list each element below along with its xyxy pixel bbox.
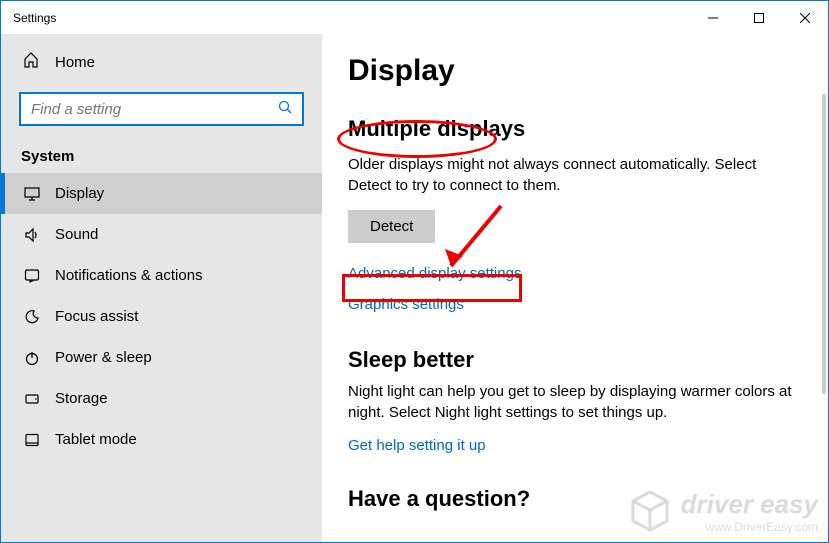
sidebar-item-sound[interactable]: Sound xyxy=(1,214,322,255)
sidebar-item-focus-assist[interactable]: Focus assist xyxy=(1,296,322,337)
sidebar-item-tablet-mode[interactable]: Tablet mode xyxy=(1,419,322,460)
main-content: Display Multiple displays Older displays… xyxy=(322,34,828,542)
sidebar-item-notifications[interactable]: Notifications & actions xyxy=(1,255,322,296)
focus-assist-icon xyxy=(23,309,41,325)
sidebar-item-display[interactable]: Display xyxy=(1,173,322,214)
home-icon xyxy=(23,52,41,72)
have-question-heading: Have a question? xyxy=(348,486,802,512)
sleep-better-desc: Night light can help you get to sleep by… xyxy=(348,381,802,423)
nav-label: Focus assist xyxy=(55,308,138,325)
graphics-settings-link[interactable]: Graphics settings xyxy=(348,296,464,313)
detect-button[interactable]: Detect xyxy=(348,210,435,243)
scrollbar[interactable] xyxy=(822,94,826,394)
sound-icon xyxy=(23,227,41,243)
advanced-display-settings-link[interactable]: Advanced display settings xyxy=(348,265,521,282)
maximize-button[interactable] xyxy=(736,1,782,34)
multiple-displays-desc: Older displays might not always connect … xyxy=(348,154,802,196)
multiple-displays-heading: Multiple displays xyxy=(348,116,802,142)
storage-icon xyxy=(23,391,41,407)
home-nav[interactable]: Home xyxy=(1,42,322,82)
sleep-help-link[interactable]: Get help setting it up xyxy=(348,437,486,454)
power-icon xyxy=(23,350,41,366)
display-icon xyxy=(23,186,41,202)
minimize-button[interactable] xyxy=(690,1,736,34)
nav-label: Tablet mode xyxy=(55,431,137,448)
sidebar-item-power-sleep[interactable]: Power & sleep xyxy=(1,337,322,378)
sleep-better-heading: Sleep better xyxy=(348,347,802,373)
sidebar: Home System Display Sound Notifications … xyxy=(1,34,322,542)
page-title: Display xyxy=(348,54,802,88)
tablet-icon xyxy=(23,432,41,448)
home-label: Home xyxy=(55,54,95,71)
sidebar-item-storage[interactable]: Storage xyxy=(1,378,322,419)
nav-label: Power & sleep xyxy=(55,349,152,366)
nav-label: Sound xyxy=(55,226,98,243)
nav-label: Storage xyxy=(55,390,108,407)
nav-label: Notifications & actions xyxy=(55,267,203,284)
section-label: System xyxy=(1,140,322,173)
close-button[interactable] xyxy=(782,1,828,34)
window-title: Settings xyxy=(1,11,690,25)
search-input[interactable] xyxy=(31,101,278,118)
search-box[interactable] xyxy=(19,92,304,126)
search-icon xyxy=(278,100,292,119)
notifications-icon xyxy=(23,268,41,284)
nav-label: Display xyxy=(55,185,104,202)
